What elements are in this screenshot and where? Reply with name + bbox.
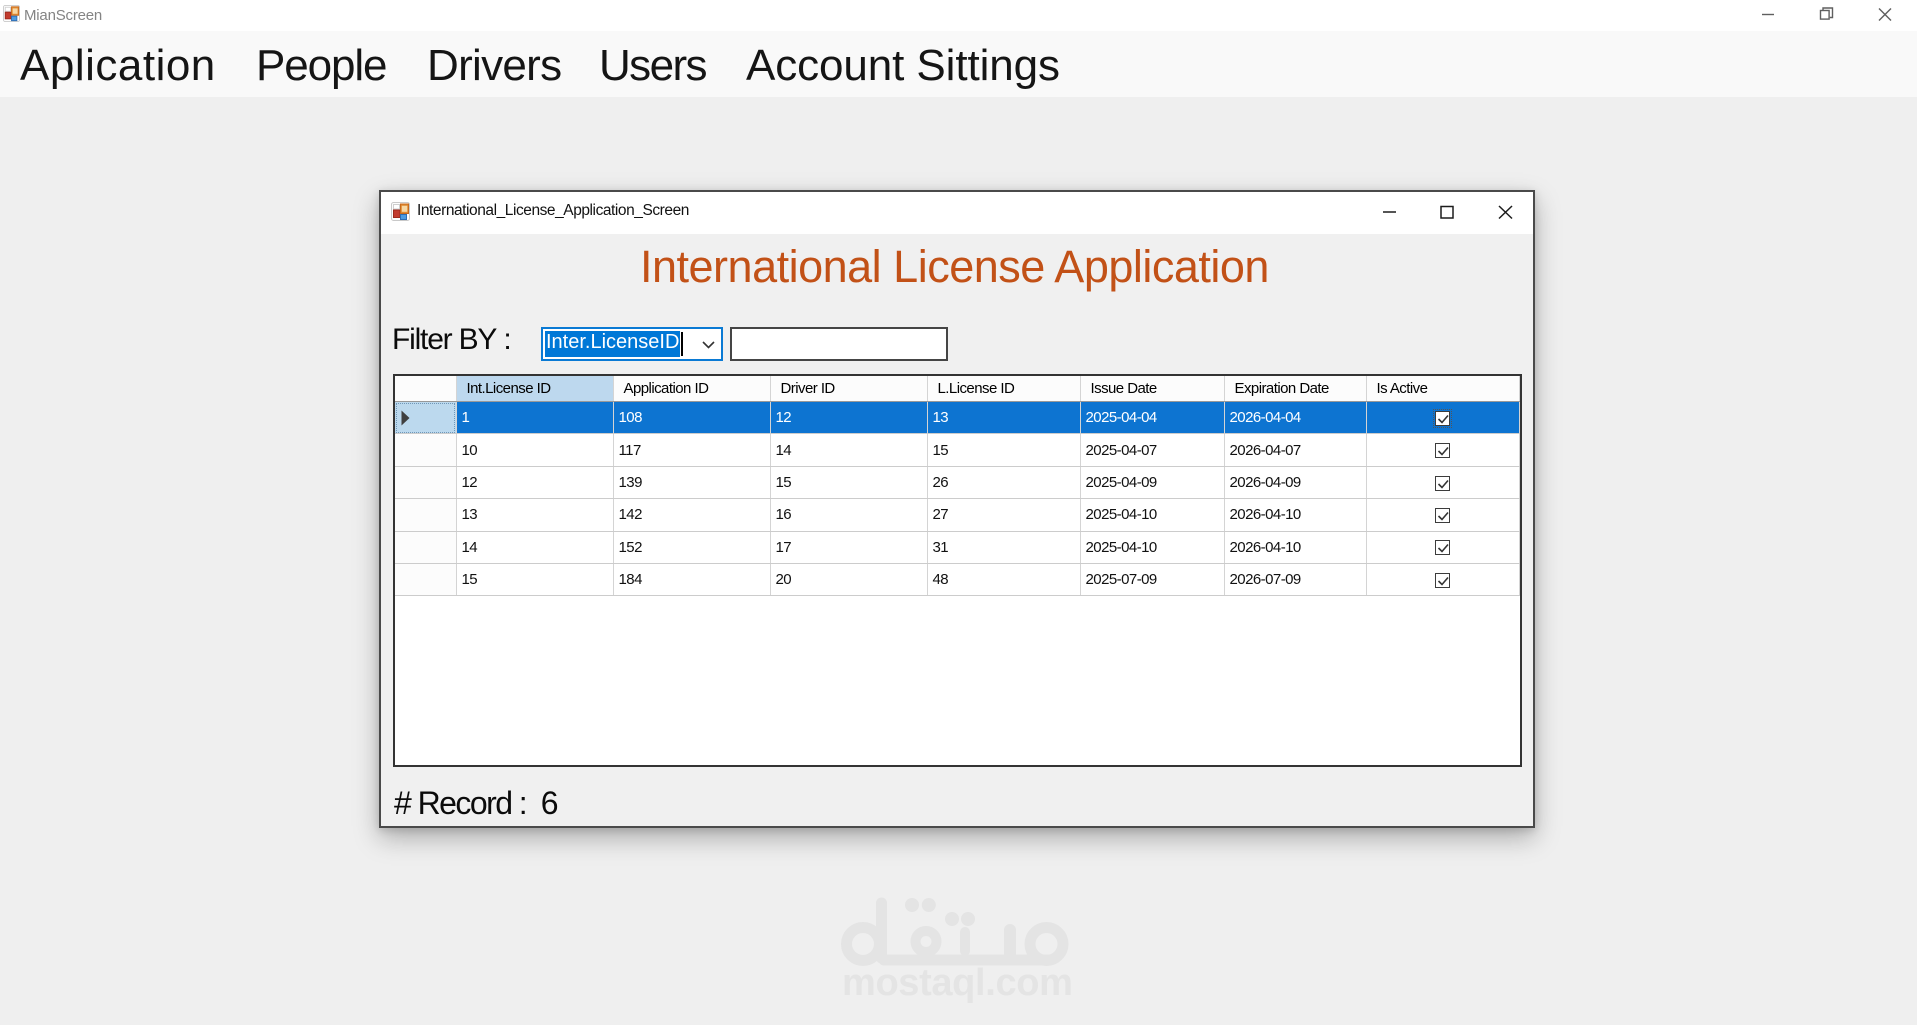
svg-text:mostaql.com: mostaql.com	[842, 962, 1073, 1004]
